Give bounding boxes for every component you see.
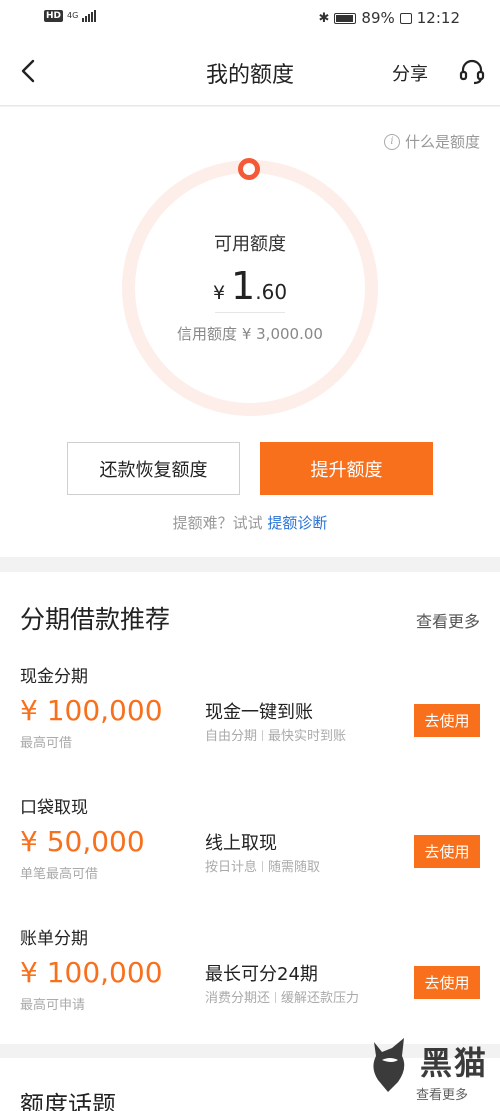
bluetooth-icon: ✱ <box>318 10 330 26</box>
available-label: 可用额度 <box>214 234 286 255</box>
use-button[interactable]: 去使用 <box>414 966 480 999</box>
loan-sub: 最高可借 <box>20 736 73 751</box>
loan-tag: 缓解还款压力 <box>281 991 360 1006</box>
loan-amount: ¥ 100,000 <box>20 694 163 727</box>
loan-feature: 线上取现 <box>205 833 277 854</box>
loans-card: 分期借款推荐 查看更多 现金分期 ¥ 100,000 最高可借 现金一键到账 自… <box>0 572 500 1044</box>
loan-name: 账单分期 <box>20 929 88 949</box>
loan-name: 现金分期 <box>20 667 88 687</box>
loan-tag: 消费分期还 <box>205 991 271 1006</box>
loan-amount: ¥ 50,000 <box>20 825 145 858</box>
loan-tags: 自由分期 最快实时到账 <box>205 725 346 744</box>
watermark-sub: 查看更多 <box>416 1088 469 1103</box>
loan-sub: 单笔最高可借 <box>20 867 99 882</box>
loan-feature: 现金一键到账 <box>205 702 313 723</box>
status-time: 12:12 <box>416 9 460 27</box>
hd-badge: HD <box>44 10 64 22</box>
loan-tag: 随需随取 <box>268 860 321 875</box>
loan-sub: 最高可申请 <box>20 998 86 1013</box>
what-is-quota-link[interactable]: i 什么是额度 <box>383 131 480 152</box>
loan-feature: 最长可分24期 <box>205 964 318 985</box>
share-button[interactable]: 分享 <box>392 60 428 86</box>
what-is-quota-label: 什么是额度 <box>404 133 480 151</box>
quota-ring-indicator <box>238 158 260 180</box>
use-button[interactable]: 去使用 <box>414 835 480 868</box>
amount-integer: 1 <box>231 264 256 308</box>
loan-tags: 按日计息 随需随取 <box>205 856 320 875</box>
network-label: 4G <box>67 11 79 20</box>
status-right: ✱ 89% 12:12 <box>319 9 460 27</box>
battery-percent: 89% <box>361 9 395 27</box>
raise-quota-button[interactable]: 提升额度 <box>260 442 433 495</box>
loan-item: 口袋取现 ¥ 50,000 单笔最高可借 线上取现 按日计息 随需随取 去使用 <box>0 793 500 924</box>
loans-title: 分期借款推荐 <box>20 605 171 634</box>
battery-icon <box>334 12 357 24</box>
nav-bar: 我的额度 分享 <box>0 38 500 106</box>
watermark: 黑猫 查看更多 <box>368 1024 498 1111</box>
charging-icon <box>399 12 412 24</box>
available-amount: ¥1.60 <box>0 264 500 308</box>
diagnose-link[interactable]: 提额诊断 <box>267 514 327 532</box>
see-more-link[interactable]: 查看更多 <box>416 608 480 632</box>
loan-amount: ¥ 100,000 <box>20 956 163 989</box>
watermark-text: 黑猫 <box>420 1044 489 1082</box>
currency-symbol: ¥ <box>212 282 226 304</box>
loan-tag: 最快实时到账 <box>268 729 347 744</box>
cat-logo-icon <box>373 1038 405 1092</box>
topics-title: 额度话题 <box>20 1091 116 1111</box>
repay-restore-button[interactable]: 还款恢复额度 <box>67 442 240 495</box>
loan-tag: 自由分期 <box>205 729 258 744</box>
signal-icon <box>82 10 97 22</box>
use-button[interactable]: 去使用 <box>414 704 480 737</box>
raise-hint: 提额难？试试 提额诊断 <box>0 512 500 533</box>
loan-tag: 按日计息 <box>205 860 258 875</box>
quota-card: i 什么是额度 可用额度 ¥1.60 信用额度 ¥ 3,000.00 还款恢复额… <box>0 107 500 557</box>
info-icon: i <box>383 133 400 150</box>
loan-name: 口袋取现 <box>20 798 88 818</box>
headset-icon[interactable] <box>458 58 486 86</box>
amount-decimal: .60 <box>255 280 288 304</box>
credit-line: 信用额度 ¥ 3,000.00 <box>177 325 323 343</box>
loan-item: 现金分期 ¥ 100,000 最高可借 现金一键到账 自由分期 最快实时到账 去使… <box>0 662 500 793</box>
status-bar: HD 4G ✱ 89% 12:12 <box>0 0 500 38</box>
amount-divider <box>215 312 285 313</box>
status-left: HD 4G <box>44 10 97 22</box>
hint-text: 提额难？试试 <box>172 514 268 532</box>
loan-tags: 消费分期还 缓解还款压力 <box>205 987 359 1006</box>
